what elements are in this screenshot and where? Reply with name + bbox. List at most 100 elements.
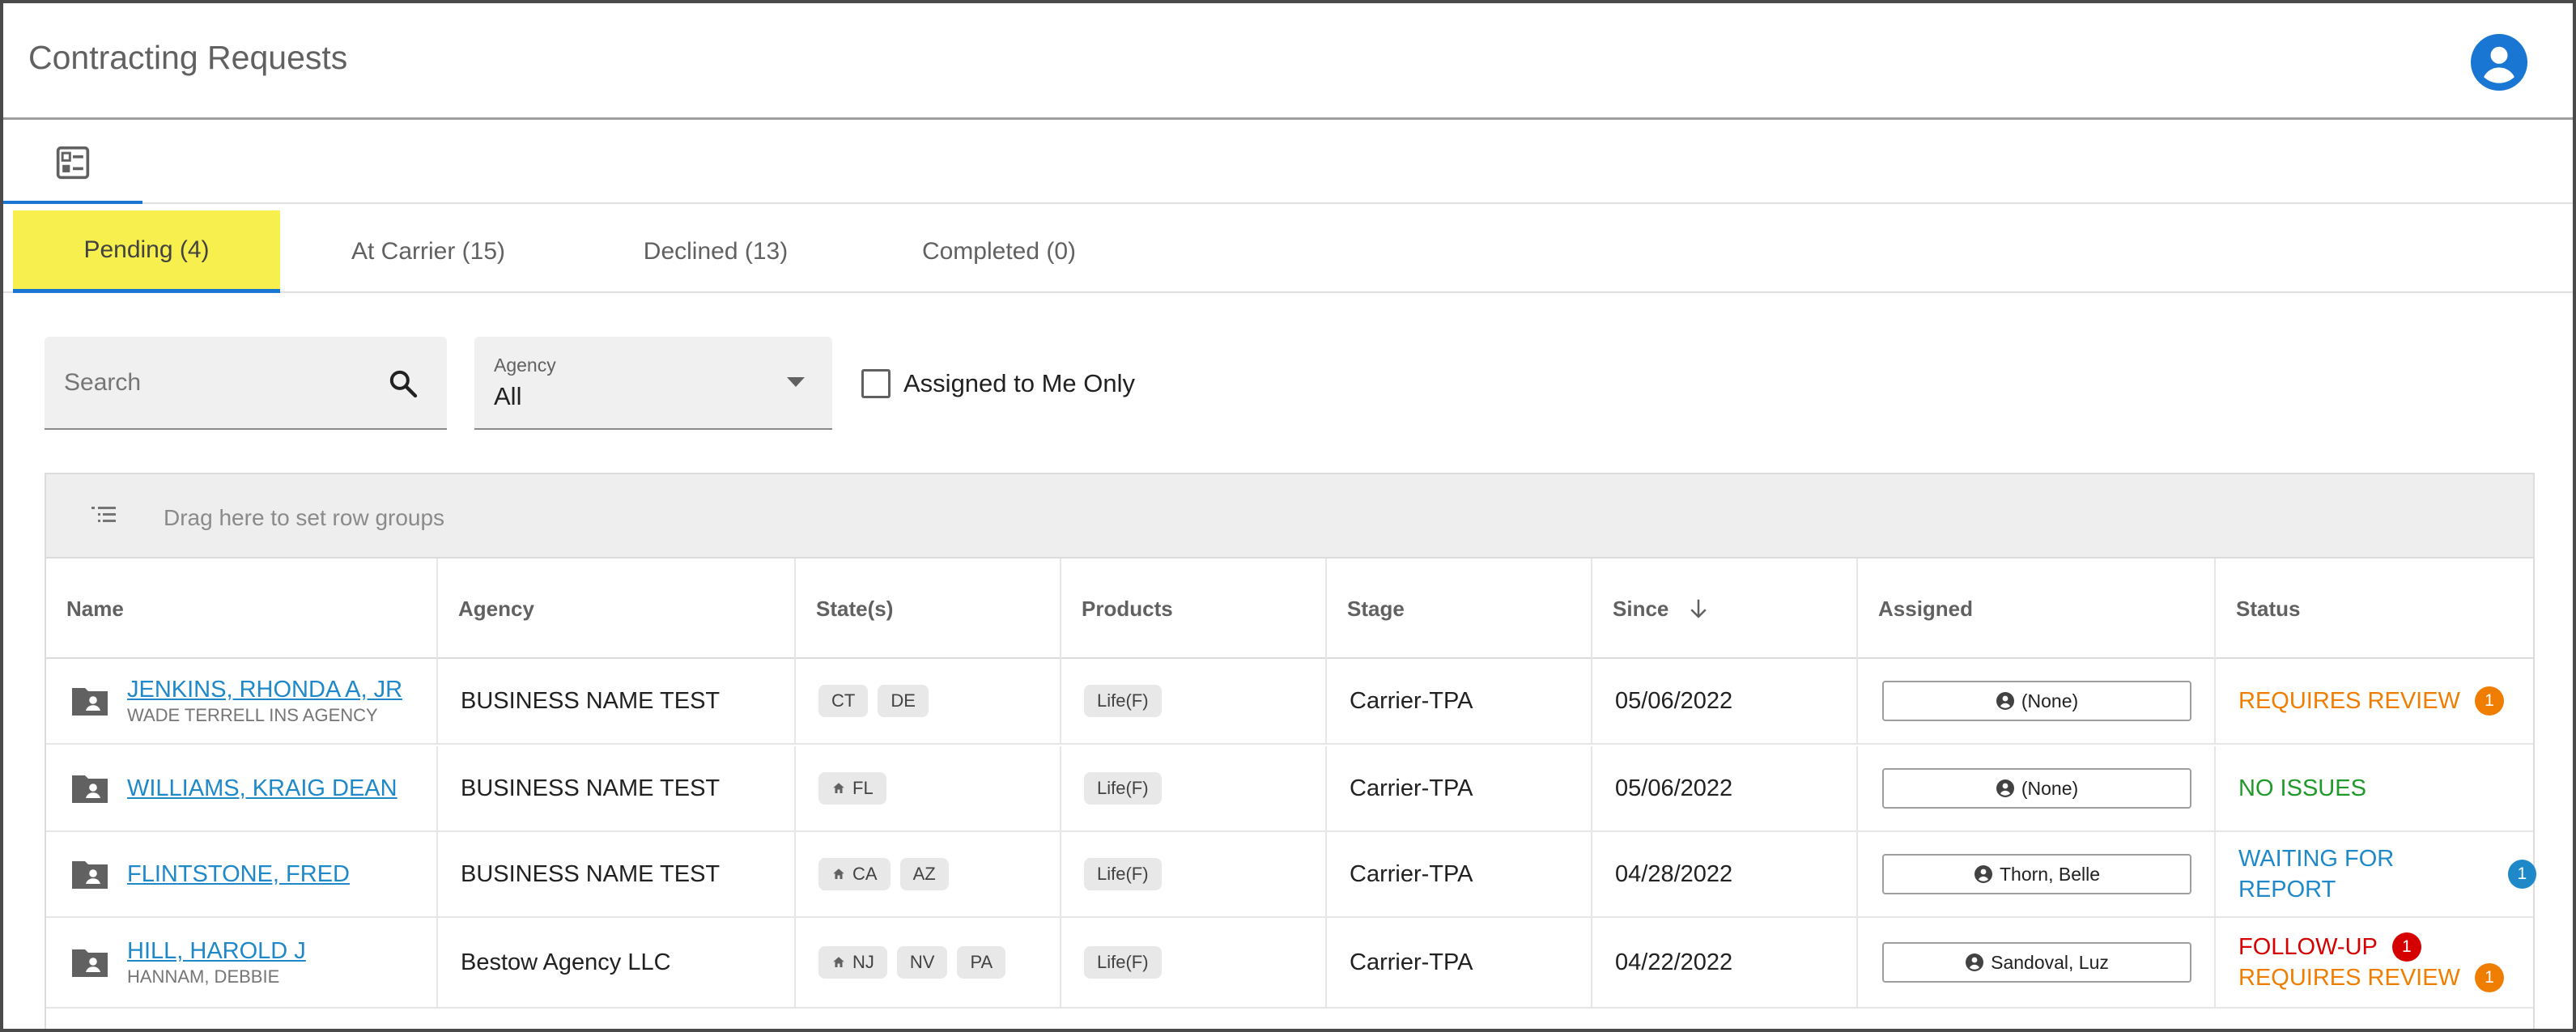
tab-declined[interactable]: Declined (13) (618, 210, 813, 293)
name-cell: FLINTSTONE, FRED (46, 832, 438, 916)
view-toolbar (3, 122, 2573, 204)
stage-cell: Carrier-TPA (1327, 918, 1592, 1007)
products-cell: Life(F) (1061, 832, 1327, 916)
stage-cell: Carrier-TPA (1327, 746, 1592, 830)
state-code: NJ (852, 952, 874, 972)
assign-button[interactable]: (None) (1882, 681, 2191, 721)
name-cell: WILLIAMS, KRAIG DEAN (46, 746, 438, 830)
since-cell: 05/06/2022 (1592, 746, 1858, 830)
tab-pending[interactable]: Pending (4) (13, 210, 280, 293)
assigned-to-me-label[interactable]: Assigned to Me Only (903, 369, 1135, 398)
products-cell: Life(F) (1061, 918, 1327, 1007)
status-text: REQUIRES REVIEW (2238, 965, 2460, 991)
column-header-since[interactable]: Since (1592, 558, 1858, 659)
agency-cell: Bestow Agency LLC (438, 918, 796, 1007)
assign-button[interactable]: (None) (1882, 768, 2191, 809)
account-circle-icon[interactable] (2471, 34, 2527, 91)
app-frame: Contracting Requests Pending (4) At Carr… (0, 0, 2576, 1032)
search-icon[interactable] (387, 367, 419, 400)
name-block: FLINTSTONE, FRED (127, 860, 350, 889)
states-cell: FL (796, 746, 1061, 830)
products-cell: Life(F) (1061, 746, 1327, 830)
agency-select[interactable]: Agency All (474, 337, 832, 430)
column-header-agency[interactable]: Agency (438, 558, 796, 659)
folder-person-icon[interactable] (70, 946, 109, 979)
requests-grid: Drag here to set row groups Name Agency … (45, 473, 2536, 1029)
status-item: FOLLOW-UP 1 (2238, 932, 2504, 962)
assigned-cell: (None) (1858, 659, 2216, 743)
assign-button[interactable]: Sandoval, Luz (1882, 942, 2191, 983)
agency-cell: BUSINESS NAME TEST (438, 746, 796, 830)
agency-cell: BUSINESS NAME TEST (438, 832, 796, 916)
folder-person-icon[interactable] (70, 772, 109, 805)
name-block: WILLIAMS, KRAIG DEAN (127, 774, 397, 803)
state-code: CT (831, 690, 856, 711)
status-count-badge: 1 (2391, 932, 2421, 962)
page-title: Contracting Requests (28, 39, 348, 76)
assigned-to-me-checkbox[interactable] (861, 369, 891, 398)
column-header-products[interactable]: Products (1061, 558, 1327, 659)
column-header-assigned[interactable]: Assigned (1858, 558, 2216, 659)
table-row[interactable]: JENKINS, RHONDA A, JR WADE TERRELL INS AG… (46, 659, 2533, 745)
status-cell: NO ISSUES (2216, 746, 2536, 830)
column-header-stage[interactable]: Stage (1327, 558, 1592, 659)
name-block: HILL, HAROLD J HANNAM, DEBBIE (127, 936, 306, 988)
product-chip: Life(F) (1084, 685, 1162, 717)
assignee-name: (None) (2021, 690, 2079, 711)
table-row[interactable]: HILL, HAROLD J HANNAM, DEBBIE Bestow Agenc… (46, 918, 2533, 1009)
assign-button[interactable]: Thorn, Belle (1882, 854, 2191, 894)
row-group-hint: Drag here to set row groups (164, 505, 445, 530)
list-view-tab[interactable] (3, 122, 142, 204)
state-chip: PA (957, 946, 1006, 979)
column-header-since-label: Since (1613, 596, 1669, 621)
status-count-badge: 1 (2507, 860, 2536, 889)
applicant-name-link[interactable]: JENKINS, RHONDA A, JR (127, 675, 402, 704)
row-group-panel[interactable]: Drag here to set row groups (46, 474, 2533, 558)
state-code: AZ (912, 864, 936, 884)
since-cell: 04/22/2022 (1592, 918, 1858, 1007)
person-icon (1996, 692, 2014, 710)
status-text: FOLLOW-UP (2238, 934, 2378, 960)
assignee-name: Thorn, Belle (1999, 863, 2100, 885)
product-chip: Life(F) (1084, 772, 1162, 805)
name-block: JENKINS, RHONDA A, JR WADE TERRELL INS AG… (127, 675, 402, 727)
state-chip: AZ (899, 858, 949, 890)
status-list: REQUIRES REVIEW 1 (2238, 686, 2504, 716)
status-cell: WAITING FOR REPORT 1 (2216, 832, 2536, 916)
agency-select-value: All (494, 382, 522, 410)
column-header-name[interactable]: Name (46, 558, 438, 659)
table-row[interactable]: FLINTSTONE, FRED BUSINESS NAME TEST CA AZ Li… (46, 832, 2536, 918)
tab-at-carrier[interactable]: At Carrier (15) (323, 210, 533, 293)
status-item: REQUIRES REVIEW 1 (2238, 686, 2504, 716)
applicant-agency-subtext: WADE TERRELL INS AGENCY (127, 705, 378, 725)
state-code: PA (970, 952, 993, 972)
list-view-icon (56, 146, 90, 180)
status-text: WAITING FOR REPORT (2238, 846, 2395, 902)
folder-person-icon[interactable] (70, 685, 109, 717)
grid-header: Name Agency State(s) Products Stage Sinc… (46, 558, 2533, 659)
name-cell: HILL, HAROLD J HANNAM, DEBBIE (46, 918, 438, 1007)
column-header-status[interactable]: Status (2216, 558, 2536, 659)
arrow-down-icon[interactable] (1686, 597, 1711, 621)
person-icon (1996, 779, 2014, 797)
search-input[interactable]: Search (45, 337, 447, 430)
status-item: REQUIRES REVIEW 1 (2238, 962, 2504, 993)
status-list: WAITING FOR REPORT 1 (2238, 843, 2536, 905)
applicant-name-link[interactable]: FLINTSTONE, FRED (127, 860, 350, 889)
applicant-name-link[interactable]: HILL, HAROLD J (127, 936, 306, 966)
product-chip: Life(F) (1084, 858, 1162, 890)
assignee-name: (None) (2021, 777, 2079, 799)
table-row[interactable]: WILLIAMS, KRAIG DEAN BUSINESS NAME TEST FL… (46, 746, 2533, 832)
search-placeholder: Search (64, 369, 142, 396)
home-icon (833, 957, 844, 967)
tab-completed[interactable]: Completed (0) (902, 210, 1096, 293)
stage-cell: Carrier-TPA (1327, 832, 1592, 916)
status-cell: FOLLOW-UP 1 REQUIRES REVIEW 1 (2216, 918, 2536, 1007)
folder-person-icon[interactable] (70, 858, 109, 890)
column-header-states[interactable]: State(s) (796, 558, 1061, 659)
since-cell: 04/28/2022 (1592, 832, 1858, 916)
applicant-name-link[interactable]: WILLIAMS, KRAIG DEAN (127, 774, 397, 803)
person-icon (1966, 953, 1984, 971)
state-chip: CT (818, 685, 869, 717)
caret-down-icon (787, 377, 805, 387)
